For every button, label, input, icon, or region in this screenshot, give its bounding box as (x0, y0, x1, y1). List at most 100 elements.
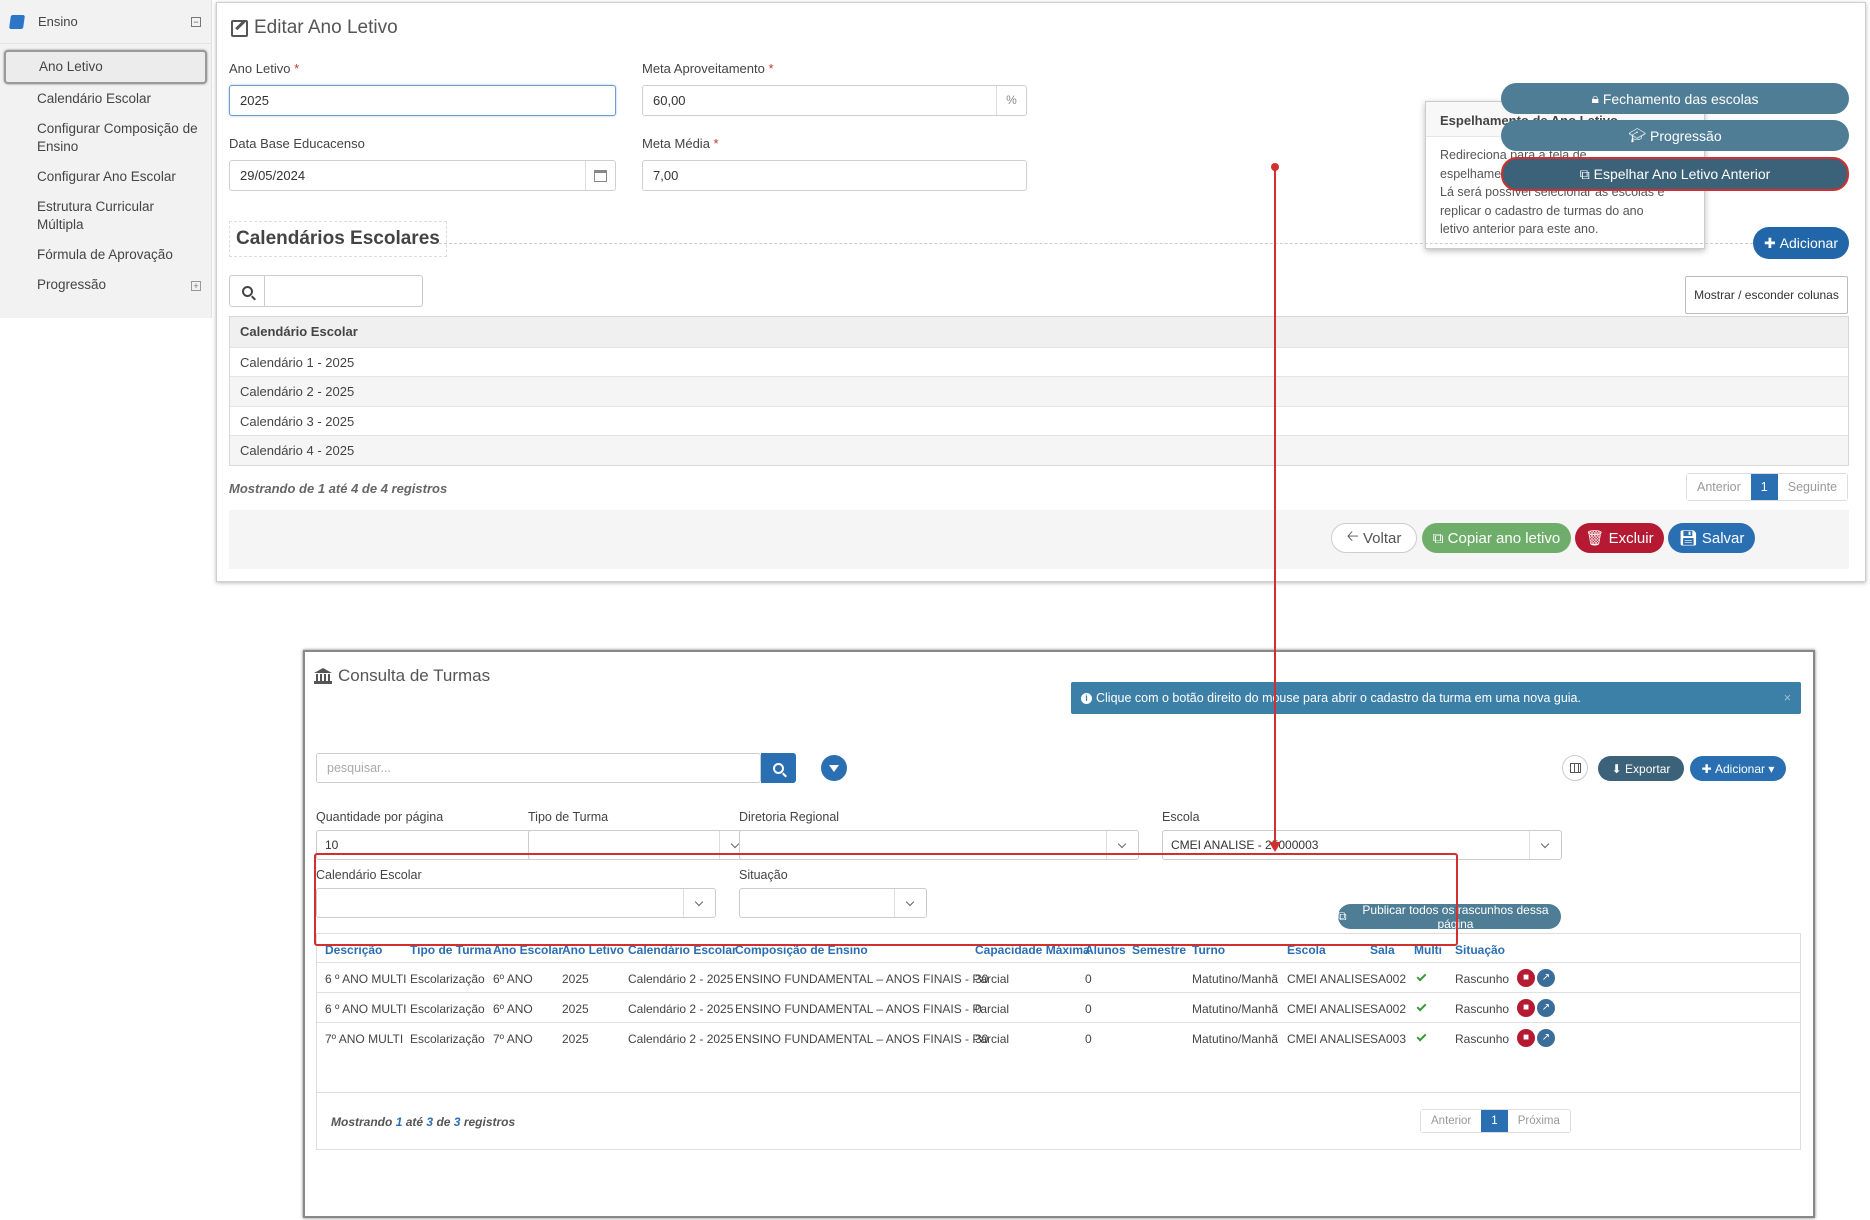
data-base-input[interactable]: 29/05/2024 (229, 160, 616, 191)
external-link-icon[interactable]: ↗ (1537, 999, 1555, 1017)
turmas-info: Mostrando 1 até 3 de 3 registros (331, 1115, 516, 1129)
sidebar-item-formula-aprovacao[interactable]: Fórmula de Aprovação (0, 240, 211, 270)
external-link-icon[interactable]: ↗ (1537, 969, 1555, 987)
meta-media-input[interactable]: 7,00 (642, 160, 1027, 191)
sidebar-item-label: Progressão (37, 277, 107, 292)
columns-toggle-button[interactable] (1562, 755, 1588, 781)
espelhar-ano-letivo-button[interactable]: ⧉ Espelhar Ano Letivo Anterior (1501, 157, 1849, 191)
sidebar-header-label: Ensino (38, 14, 78, 29)
salvar-button[interactable]: 💾︎ Salvar (1668, 523, 1755, 553)
trash-icon[interactable]: ■ (1517, 999, 1535, 1017)
adicionar-turma-button[interactable]: ✚ Adicionar ▾ (1690, 756, 1786, 781)
calendar-addon[interactable] (585, 161, 615, 190)
meta-media-label: Meta Média * (642, 136, 719, 151)
filter-icon (829, 764, 839, 772)
meta-aproveitamento-value: 60,00 (653, 93, 686, 108)
pager-page[interactable]: 1 (1750, 474, 1778, 500)
exportar-button[interactable]: ⬇ Exportar (1598, 756, 1684, 781)
cell-descricao[interactable]: 6 º ANO MULTI (325, 972, 407, 986)
calendario-search[interactable] (229, 275, 423, 307)
sidebar-item-label: Calendário Escolar (37, 91, 152, 106)
mostrar-esconder-colunas-button[interactable]: Mostrar / esconder colunas (1685, 276, 1848, 314)
sidebar-item-label: Ano Letivo (39, 59, 103, 74)
cell-descricao[interactable]: 7º ANO MULTI (325, 1032, 403, 1046)
caret-down-icon: ▾ (1768, 761, 1775, 776)
plus-icon: ✚ (1701, 761, 1712, 776)
cell-ano-escolar: 6º ANO (493, 972, 533, 986)
search-icon (230, 276, 265, 306)
copy-icon: ⧉ (1579, 165, 1590, 182)
turmas-table-footer (316, 1093, 1801, 1150)
col-situacao[interactable]: Situação (1455, 943, 1505, 957)
escola-label: Escola (1162, 810, 1200, 824)
pager-next[interactable]: Seguinte (1777, 474, 1848, 500)
turmas-title: Consulta de Turmas (314, 666, 490, 686)
cell-tipo: Escolarização (410, 1032, 485, 1046)
turmas-search-button[interactable] (761, 753, 796, 783)
external-link-icon[interactable]: ↗ (1537, 1029, 1555, 1047)
sidebar-item-label: Configurar Composição de Ensino (37, 121, 198, 154)
cell-capacidade: 30 (975, 1032, 989, 1046)
cell-escola: CMEI ANALISE (1287, 972, 1371, 986)
pager-next[interactable]: Próxima (1507, 1110, 1570, 1132)
table-row[interactable]: Calendário 2 - 2025 (230, 376, 1848, 406)
calendarios-section-title: Calendários Escolares (229, 221, 447, 257)
sidebar-item-label: Configurar Ano Escolar (37, 169, 176, 184)
meta-aproveitamento-input[interactable]: 60,00 % (642, 85, 1027, 116)
sidebar-item-calendario-escolar[interactable]: Calendário Escolar (0, 84, 211, 114)
close-icon[interactable]: × (1784, 691, 1791, 705)
voltar-button[interactable]: 🡠 Voltar (1331, 523, 1417, 553)
collapse-icon[interactable]: − (191, 16, 201, 27)
calendario-search-input[interactable] (265, 276, 422, 306)
table-row[interactable]: Calendário 4 - 2025 (230, 435, 1848, 465)
cell-ano-letivo: 2025 (562, 1032, 589, 1046)
table-icon (1569, 763, 1581, 773)
cell-turno: Matutino/Manhã (1192, 1032, 1279, 1046)
filter-button[interactable] (821, 755, 847, 781)
fechamento-escolas-button[interactable]: 🔒︎ Fechamento das escolas (1501, 83, 1849, 114)
table-info: Mostrando de 1 até 4 de 4 registros (229, 481, 448, 496)
data-base-label: Data Base Educacenso (229, 136, 365, 151)
meta-aproveitamento-label: Meta Aproveitamento * (642, 61, 774, 76)
ano-letivo-input[interactable]: 2025 (229, 85, 616, 116)
cell-situacao: Rascunho (1455, 1032, 1510, 1046)
turmas-search-input[interactable]: pesquisar... (316, 753, 761, 783)
table-header[interactable]: Calendário Escolar (230, 317, 1848, 347)
sidebar-item-ano-letivo[interactable]: Ano Letivo (4, 50, 207, 84)
annotation-line (1274, 166, 1276, 849)
pager-prev[interactable]: Anterior (1687, 474, 1751, 500)
pager-page[interactable]: 1 (1481, 1110, 1508, 1132)
adicionar-calendario-button[interactable]: ✚ Adicionar (1753, 227, 1849, 259)
save-icon: 💾︎ (1678, 530, 1698, 547)
tipo-turma-label: Tipo de Turma (528, 810, 609, 824)
trash-icon[interactable]: ■ (1517, 1029, 1535, 1047)
sidebar-item-estrutura-curricular[interactable]: Estrutura Curricular Múltipla (0, 192, 211, 240)
section-divider (439, 243, 1753, 244)
cell-descricao[interactable]: 6 º ANO MULTI (325, 1002, 407, 1016)
cell-capacidade: 0 (975, 1002, 982, 1016)
edit-ano-letivo-panel: Editar Ano Letivo Ano Letivo * 2025 Meta… (216, 2, 1866, 582)
sidebar-item-label: Fórmula de Aprovação (37, 247, 173, 262)
cell-composicao: ENSINO FUNDAMENTAL – ANOS FINAIS - Parci… (735, 1002, 1010, 1016)
trash-icon[interactable]: ■ (1517, 969, 1535, 987)
copiar-ano-letivo-button[interactable]: ⧉ Copiar ano letivo (1422, 523, 1571, 553)
sidebar-header[interactable]: Ensino − (0, 0, 211, 44)
tooltip-body: Redireciona para a tela de espelhamento … (1440, 148, 1665, 236)
progressao-button[interactable]: 🎓︎ Progressão (1501, 120, 1849, 151)
excluir-button[interactable]: 🗑︎ Excluir (1575, 523, 1664, 553)
sidebar-item-configurar-ano-escolar[interactable]: Configurar Ano Escolar (0, 162, 211, 192)
cell-situacao: Rascunho (1455, 1002, 1510, 1016)
cell-sala: SA002 (1370, 972, 1407, 986)
cell-turno: Matutino/Manhã (1192, 972, 1279, 986)
expand-icon[interactable]: + (191, 281, 201, 291)
sidebar-item-progressao[interactable]: Progressão + (0, 270, 211, 300)
table-row[interactable]: Calendário 3 - 2025 (230, 405, 1848, 436)
pager-prev[interactable]: Anterior (1421, 1110, 1482, 1132)
table-row[interactable]: Calendário 1 - 2025 (230, 346, 1848, 377)
sidebar-item-configurar-composicao[interactable]: Configurar Composição de Ensino (0, 114, 211, 162)
ano-letivo-label: Ano Letivo * (229, 61, 300, 76)
cell-escola: CMEI ANALISE (1287, 1002, 1371, 1016)
calendarios-pagination: Anterior 1 Seguinte (1686, 473, 1849, 501)
cell-calendario: Calendário 2 - 2025 (628, 1032, 734, 1046)
cell-tipo: Escolarização (410, 972, 485, 986)
